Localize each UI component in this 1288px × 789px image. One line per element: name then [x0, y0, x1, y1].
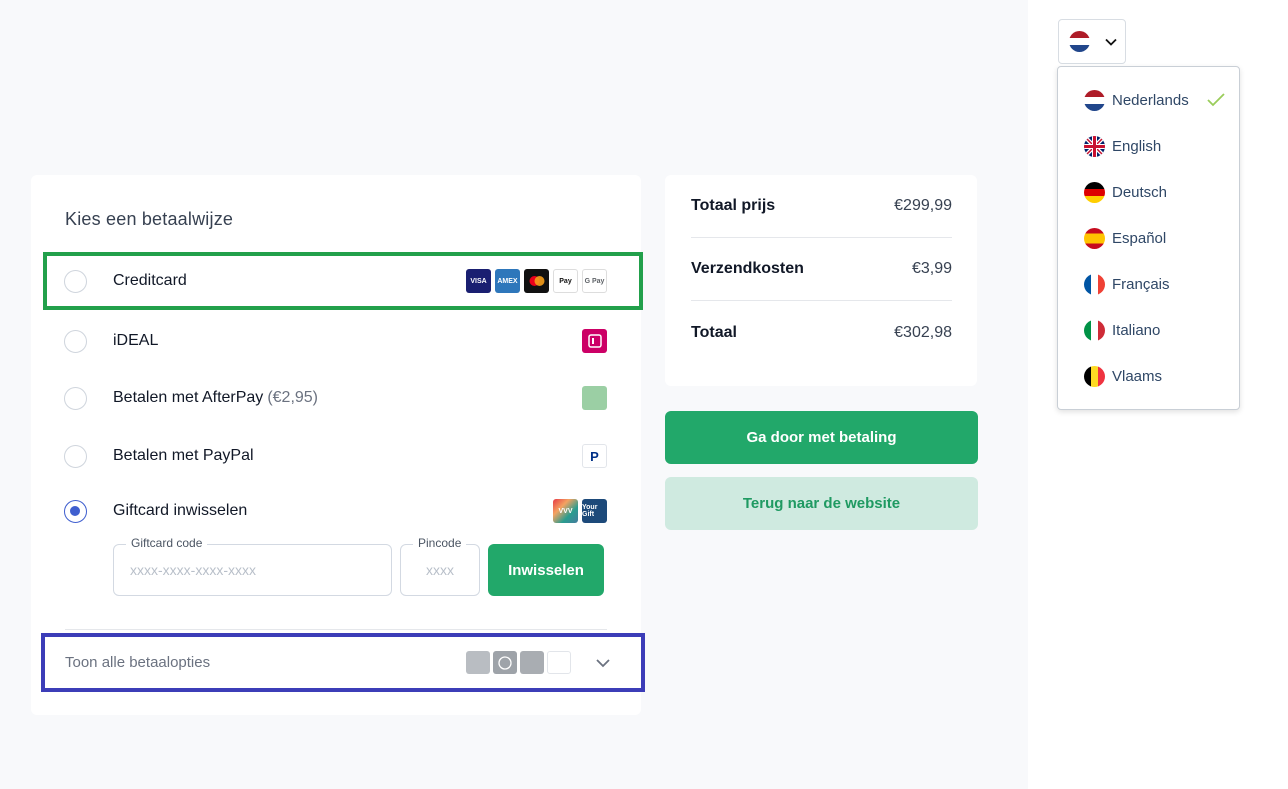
continue-payment-button[interactable]: Ga door met betaling: [665, 411, 978, 464]
giftcard-form: Giftcard code Pincode Inwisselen: [113, 536, 604, 596]
language-option-deutsch[interactable]: Deutsch: [1058, 169, 1239, 215]
mastercard-logo-icon: [524, 269, 549, 293]
payment-option-giftcard[interactable]: Giftcard inwisselen VVV Your Gift: [45, 484, 641, 538]
pincode-label: Pincode: [413, 536, 467, 550]
afterpay-label: Betalen met AfterPay (€2,95): [113, 389, 319, 406]
paypal-logo-icon: P: [582, 444, 607, 468]
amazon-pay-logo-icon: [547, 651, 571, 674]
language-option-francais[interactable]: Français: [1058, 261, 1239, 307]
ideal-logo-icon: [582, 329, 607, 353]
ideal-label: iDEAL: [113, 332, 159, 349]
giftcard-label: Giftcard inwisselen: [113, 502, 248, 519]
creditcard-radio[interactable]: [64, 269, 87, 293]
giftcard-code-input[interactable]: [114, 545, 391, 595]
alipay-logo-icon: [520, 651, 544, 674]
back-to-website-button[interactable]: Terug naar de website: [665, 477, 978, 530]
google-pay-logo-icon: G Pay: [582, 269, 607, 293]
nl-flag-icon: [1069, 31, 1090, 52]
redeem-button[interactable]: Inwisselen: [488, 544, 604, 596]
paypal-radio[interactable]: [64, 444, 87, 468]
chevron-down-icon: [1105, 38, 1117, 46]
show-all-payment-options[interactable]: Toon alle betaalopties: [41, 633, 645, 692]
payment-option-afterpay[interactable]: Betalen met AfterPay (€2,95): [45, 371, 641, 425]
nl-flag-icon: [1084, 89, 1105, 111]
afterpay-logo-icon: [582, 386, 607, 410]
giftcard-radio[interactable]: [64, 499, 87, 523]
language-option-english[interactable]: English: [1058, 123, 1239, 169]
payment-title: Kies een betaalwijze: [65, 209, 234, 229]
language-selector-button[interactable]: [1058, 19, 1126, 64]
euro-logo-icon: [493, 651, 517, 674]
fr-flag-icon: [1084, 273, 1105, 295]
payment-option-paypal[interactable]: Betalen met PayPal P: [45, 429, 641, 483]
payment-option-ideal[interactable]: iDEAL: [45, 314, 641, 368]
checkmark-icon: [1207, 93, 1225, 107]
yourgift-logo-icon: Your Gift: [582, 499, 607, 523]
show-all-label: Toon alle betaalopties: [65, 654, 211, 671]
language-option-nederlands[interactable]: Nederlands: [1058, 77, 1239, 123]
afterpay-radio[interactable]: [64, 386, 87, 410]
summary-row-shipping: Verzendkosten €3,99: [691, 238, 952, 301]
apple-pay-logo-icon: Pay: [553, 269, 578, 293]
afterpay-fee: (€2,95): [267, 389, 319, 406]
vvv-giftcard-logo-icon: VVV: [553, 499, 578, 523]
language-option-italiano[interactable]: Italiano: [1058, 307, 1239, 353]
chevron-down-icon: [596, 658, 610, 667]
pincode-input[interactable]: [401, 545, 479, 595]
paypal-label: Betalen met PayPal: [113, 447, 254, 464]
creditcard-label: Creditcard: [113, 272, 187, 289]
it-flag-icon: [1084, 319, 1105, 341]
divider: [65, 629, 607, 630]
visa-logo-icon: VISA: [466, 269, 491, 293]
amex-logo-icon: AMEX: [495, 269, 520, 293]
summary-row-total: Totaal €302,98: [691, 323, 952, 341]
language-option-vlaams[interactable]: Vlaams: [1058, 353, 1239, 399]
banktransfer-logo-icon: [466, 651, 490, 674]
ideal-radio[interactable]: [64, 329, 87, 353]
payment-option-creditcard[interactable]: Creditcard VISA AMEX Pay G Pay: [43, 252, 643, 310]
de-flag-icon: [1084, 181, 1105, 203]
be-flag-icon: [1084, 365, 1105, 387]
language-option-espanol[interactable]: Español: [1058, 215, 1239, 261]
order-summary: Totaal prijs €299,99 Verzendkosten €3,99…: [665, 175, 977, 386]
giftcard-code-field: Giftcard code: [113, 536, 392, 596]
summary-row-subtotal: Totaal prijs €299,99: [691, 175, 952, 238]
giftcard-code-label: Giftcard code: [126, 536, 208, 550]
pincode-field: Pincode: [400, 536, 480, 596]
es-flag-icon: [1084, 227, 1105, 249]
uk-flag-icon: [1084, 135, 1105, 157]
language-menu: Nederlands English Deutsch Español Franç…: [1057, 66, 1240, 410]
payment-method-card: Kies een betaalwijze Creditcard VISA AME…: [31, 175, 645, 715]
